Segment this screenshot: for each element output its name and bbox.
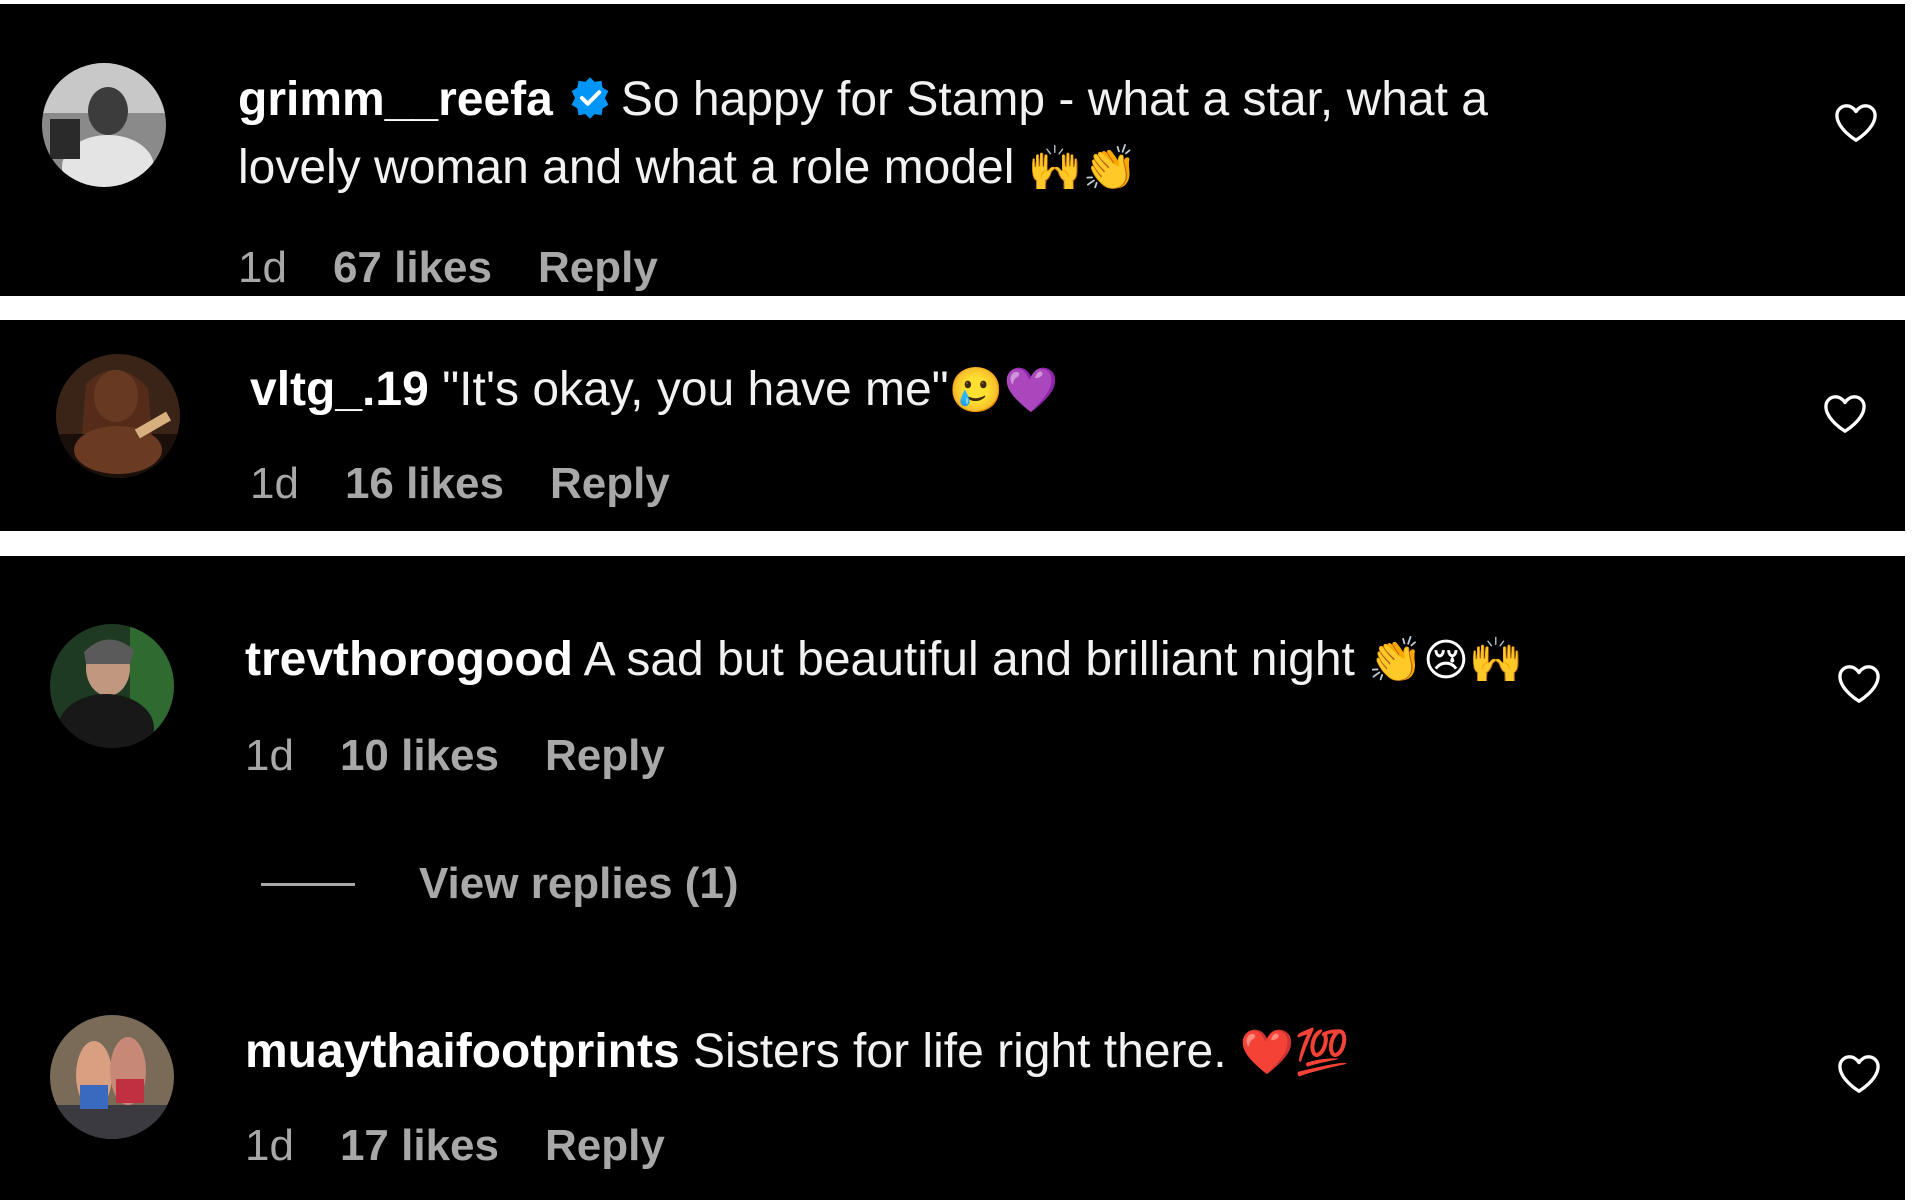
likes-count[interactable]: 67 likes: [333, 242, 492, 294]
comment-text-line: vltg_.19 "It's okay, you have me"🥲💜: [250, 356, 1058, 425]
comment-text-line-2: lovely woman and what a role model 🙌👏: [238, 134, 1137, 203]
comment-body: Sisters for life right there.: [693, 1025, 1227, 1078]
timestamp: 1d: [238, 243, 287, 292]
verified-badge-icon: [567, 75, 613, 121]
comment-body: "It's okay, you have me": [442, 363, 949, 416]
comment-meta: 1d 67 likes Reply: [238, 242, 704, 294]
username[interactable]: muaythaifootprints: [245, 1025, 680, 1078]
comment-meta: 1d 16 likes Reply: [250, 458, 716, 510]
comment-panel: trevthorogood A sad but beautiful and br…: [0, 556, 1905, 1200]
timestamp: 1d: [245, 731, 294, 780]
heart-outline-icon[interactable]: [1836, 1053, 1882, 1095]
username[interactable]: trevthorogood: [245, 633, 573, 686]
comment-text-line: muaythaifootprints Sisters for life righ…: [245, 1018, 1349, 1087]
likes-count[interactable]: 17 likes: [340, 1120, 499, 1172]
comment-panel: grimm__reefa So happy for Stamp - what a …: [0, 4, 1905, 296]
divider: [261, 882, 355, 886]
heart-outline-icon[interactable]: [1822, 393, 1868, 435]
comment-text-line-1: grimm__reefa So happy for Stamp - what a …: [238, 66, 1488, 134]
comments-screenshot: grimm__reefa So happy for Stamp - what a …: [0, 0, 1920, 1200]
emoji: 🙌👏: [1027, 143, 1138, 194]
reply-button[interactable]: Reply: [545, 1120, 665, 1172]
reply-button[interactable]: Reply: [550, 458, 670, 510]
avatar[interactable]: [42, 63, 166, 187]
comment-body: A sad but beautiful and brilliant night: [583, 633, 1355, 686]
username[interactable]: grimm__reefa: [238, 73, 553, 126]
emoji: 👏😢🙌: [1368, 635, 1524, 686]
comment-text-line: trevthorogood A sad but beautiful and br…: [245, 626, 1524, 695]
heart-outline-icon[interactable]: [1836, 663, 1882, 705]
avatar[interactable]: [50, 624, 174, 748]
reply-button[interactable]: Reply: [538, 242, 658, 294]
view-replies-label: View replies (1): [419, 859, 739, 908]
heart-outline-icon[interactable]: [1833, 102, 1879, 144]
likes-count[interactable]: 10 likes: [340, 730, 499, 782]
username[interactable]: vltg_.19: [250, 363, 429, 416]
timestamp: 1d: [245, 1121, 294, 1170]
comment-body: So happy for Stamp - what a star, what a: [620, 73, 1488, 126]
comment-body: lovely woman and what a role model: [238, 141, 1015, 194]
emoji: ❤️💯: [1239, 1027, 1350, 1078]
avatar[interactable]: [50, 1015, 174, 1139]
reply-button[interactable]: Reply: [545, 730, 665, 782]
comment-panel: vltg_.19 "It's okay, you have me"🥲💜 1d 16…: [0, 320, 1905, 531]
avatar[interactable]: [56, 354, 180, 478]
timestamp: 1d: [250, 459, 299, 508]
view-replies-button[interactable]: View replies (1): [261, 858, 739, 910]
comment-meta: 1d 10 likes Reply: [245, 730, 711, 782]
emoji: 🥲💜: [948, 365, 1059, 416]
likes-count[interactable]: 16 likes: [345, 458, 504, 510]
comment-meta: 1d 17 likes Reply: [245, 1120, 711, 1172]
